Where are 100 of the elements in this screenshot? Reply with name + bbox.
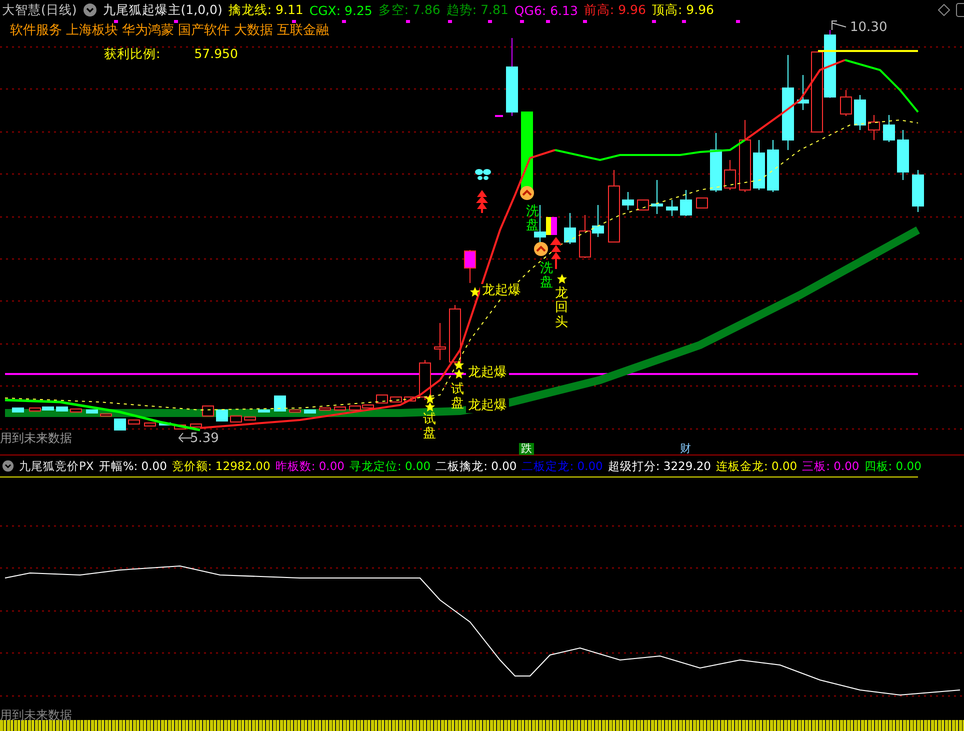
- candlestick: [114, 418, 126, 430]
- coin-icon: [520, 186, 534, 200]
- candlestick: [390, 396, 402, 402]
- candlestick: [592, 204, 604, 238]
- indicator-name: 九尾狐竞价PX: [19, 458, 94, 474]
- indicator-value: 四板: 0.00: [864, 458, 922, 474]
- sector-tag[interactable]: 华为鸿蒙: [122, 21, 174, 39]
- sector-tag[interactable]: 软件服务: [10, 21, 62, 39]
- candlestick: [304, 410, 316, 414]
- candlestick: [696, 198, 708, 208]
- candlestick: [12, 408, 24, 412]
- price-label: 5.39: [190, 432, 219, 446]
- signal-label: 龙回头: [555, 287, 568, 330]
- panel-toggle-icon[interactable]: [956, 3, 964, 17]
- candlestick: [840, 90, 852, 116]
- indicator-value: 开幅%: 0.00: [98, 458, 167, 474]
- candlestick: [724, 160, 736, 190]
- candlestick: [419, 360, 431, 400]
- sector-tag[interactable]: 上海板块: [66, 21, 118, 39]
- warning-text: 用到未来数据: [0, 432, 72, 446]
- signal-label: 试盘: [451, 383, 464, 412]
- indicator-name: 九尾狐起爆主(1,0,0): [102, 2, 222, 18]
- indicator-value: 连板金龙: 0.00: [716, 458, 798, 474]
- candlestick: [883, 114, 895, 142]
- candlestick: [579, 214, 591, 258]
- candlestick: [216, 410, 228, 422]
- sector-tag[interactable]: 互联金融: [277, 21, 329, 39]
- warning-text: 用到未来数据: [0, 707, 72, 724]
- candlestick: [637, 200, 649, 210]
- indicator-value: QG6: 6.13: [514, 2, 578, 18]
- profit-ratio-value: 57.950: [194, 46, 238, 63]
- candlestick: [824, 30, 836, 98]
- candlestick: [666, 200, 678, 216]
- candlestick: [230, 416, 242, 422]
- candlestick: [70, 408, 82, 412]
- candlestick: [912, 170, 924, 212]
- star-icon: [557, 274, 567, 284]
- candlestick: [376, 394, 388, 404]
- indicator-value: 超级打分: 3229.20: [608, 458, 711, 474]
- price-label: 10.30: [850, 21, 888, 36]
- candlestick: [319, 408, 331, 410]
- candlestick: [334, 406, 346, 410]
- indicator-value: 趋势: 7.81: [446, 2, 508, 18]
- pointer-arrow-icon: [178, 432, 192, 442]
- star-icon: [425, 394, 435, 404]
- candlestick: [767, 140, 779, 192]
- candlestick: [128, 420, 140, 424]
- candlestick: [897, 130, 909, 180]
- butterfly-icon: [475, 169, 491, 180]
- star-icon: [425, 402, 435, 412]
- candlestick: [244, 416, 256, 420]
- candlestick: [174, 424, 186, 430]
- tree-icon: [476, 190, 488, 213]
- dropdown-icon[interactable]: [2, 460, 14, 472]
- coin-icon: [534, 242, 548, 256]
- candlestick: [202, 406, 214, 416]
- star-icon: [454, 369, 464, 379]
- candlestick: [86, 410, 98, 414]
- candlestick: [258, 410, 270, 412]
- candlestick: [651, 180, 663, 214]
- candlestick: [289, 410, 301, 412]
- candlestick: [144, 422, 156, 426]
- indicator-value: 二板擒龙: 0.00: [436, 458, 517, 474]
- candlestick: [434, 322, 446, 360]
- candlestick: [56, 406, 68, 412]
- signal-label: 洗盘: [540, 262, 553, 291]
- indicator-value: 二板定龙: 0.00: [522, 458, 603, 474]
- candlestick: [622, 192, 634, 210]
- signal-label: 试盘: [423, 413, 436, 442]
- candlestick: [753, 140, 765, 190]
- signal-label: 洗盘: [526, 205, 539, 234]
- star-icon: [470, 287, 480, 297]
- indicator-value: 昨板数: 0.00: [275, 458, 344, 474]
- signal-label: 龙起爆: [466, 399, 509, 414]
- indicator-value: 前高: 9.96: [584, 2, 646, 18]
- candlestick: [710, 132, 722, 192]
- candlestick: [159, 422, 171, 426]
- candlestick: [404, 396, 416, 402]
- indicator-value: CGX: 9.25: [309, 2, 372, 18]
- candlestick: [274, 396, 286, 412]
- sector-tag[interactable]: 大数据: [234, 21, 273, 39]
- indicator-value: 多空: 7.86: [378, 2, 440, 18]
- chart-title: 大智慧(日线): [2, 2, 77, 18]
- signal-label: 龙起爆: [480, 284, 523, 298]
- candlestick: [797, 74, 809, 110]
- candlestick: [464, 250, 476, 284]
- tick-mark: [495, 115, 503, 117]
- candlestick: [680, 190, 692, 216]
- dropdown-icon[interactable]: [82, 3, 97, 17]
- signal-label: 财: [680, 443, 691, 456]
- pointer-arrow-icon: [832, 20, 846, 30]
- candlestick: [564, 212, 576, 244]
- indicator-value: 三板: 0.00: [802, 458, 860, 474]
- candlestick: [190, 424, 202, 428]
- indicator-value: 寻龙定位: 0.00: [349, 458, 431, 474]
- signal-label: 龙起爆: [466, 366, 509, 380]
- diamond-icon[interactable]: [938, 4, 950, 16]
- indicator-value: 顶高: 9.96: [652, 2, 714, 18]
- sector-tag[interactable]: 国产软件: [178, 21, 230, 39]
- indicator-value: 竞价额: 12982.00: [172, 458, 270, 474]
